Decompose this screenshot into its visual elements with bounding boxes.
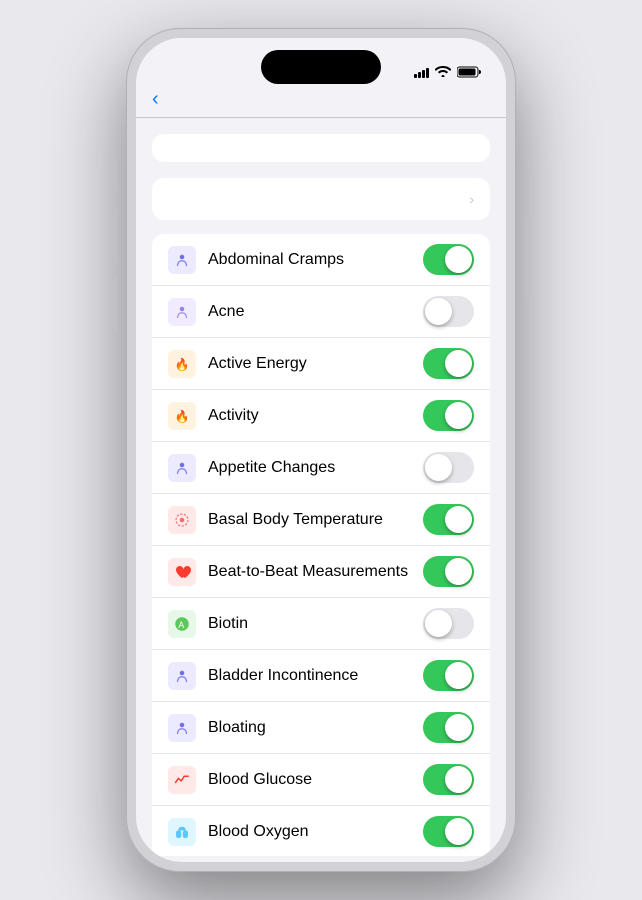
appetite-changes-label: Appetite Changes: [208, 459, 423, 477]
list-item: Bloating: [152, 702, 490, 754]
volume-up-button[interactable]: [113, 208, 117, 264]
volume-down-button[interactable]: [113, 276, 117, 332]
basal-body-temperature-label: Basal Body Temperature: [208, 511, 423, 529]
bloating-toggle[interactable]: [423, 712, 474, 743]
blood-oxygen-label: Blood Oxygen: [208, 823, 423, 841]
bladder-incontinence-toggle[interactable]: [423, 660, 474, 691]
activity-label: Activity: [208, 407, 423, 425]
blood-glucose-icon: [168, 766, 196, 794]
basal-body-temperature-toggle[interactable]: [423, 504, 474, 535]
bloating-icon: [168, 714, 196, 742]
acne-icon: [168, 298, 196, 326]
list-item: Blood Oxygen: [152, 806, 490, 856]
list-item: Blood Glucose: [152, 754, 490, 806]
turn-on-section: [152, 134, 490, 162]
status-icons: [414, 65, 482, 80]
beat-to-beat-label: Beat-to-Beat Measurements: [208, 563, 423, 581]
active-energy-toggle[interactable]: [423, 348, 474, 379]
list-item: Appetite Changes: [152, 442, 490, 494]
beat-to-beat-toggle[interactable]: [423, 556, 474, 587]
data-from-section: ›: [152, 178, 490, 220]
appetite-changes-icon: [168, 454, 196, 482]
abdominal-cramps-icon: [168, 246, 196, 274]
nav-bar: ‹: [136, 88, 506, 118]
wifi-icon: [435, 65, 451, 80]
blood-oxygen-icon: [168, 818, 196, 846]
list-item: 🔥 Activity: [152, 390, 490, 442]
blood-glucose-toggle[interactable]: [423, 764, 474, 795]
activity-toggle[interactable]: [423, 400, 474, 431]
phone-frame: ‹ ›: [126, 28, 516, 872]
turn-on-all-button[interactable]: [152, 134, 490, 162]
activity-icon: 🔥: [168, 402, 196, 430]
list-item: Bladder Incontinence: [152, 650, 490, 702]
list-item: Basal Body Temperature: [152, 494, 490, 546]
signal-icon: [414, 66, 429, 78]
scroll-content[interactable]: › Abdominal Cramps Acne: [136, 118, 506, 856]
toggle-knob: [445, 506, 472, 533]
svg-text:🔥: 🔥: [175, 357, 190, 371]
mute-button[interactable]: [113, 158, 117, 190]
beat-to-beat-icon: [168, 558, 196, 586]
toggle-knob: [425, 454, 452, 481]
basal-body-temperature-icon: [168, 506, 196, 534]
blood-oxygen-toggle[interactable]: [423, 816, 474, 847]
svg-text:A: A: [178, 619, 184, 629]
bladder-incontinence-label: Bladder Incontinence: [208, 667, 423, 685]
phone-screen: ‹ ›: [136, 38, 506, 862]
list-item: 🔥 Active Energy: [152, 338, 490, 390]
toggle-knob: [425, 610, 452, 637]
abdominal-cramps-label: Abdominal Cramps: [208, 251, 423, 269]
acne-label: Acne: [208, 303, 423, 321]
back-button[interactable]: ‹: [152, 90, 163, 109]
active-energy-icon: 🔥: [168, 350, 196, 378]
status-bar: [136, 38, 506, 92]
toggle-knob: [445, 714, 472, 741]
active-energy-label: Active Energy: [208, 355, 423, 373]
biotin-label: Biotin: [208, 615, 423, 633]
toggle-knob: [445, 662, 472, 689]
list-item: A Biotin: [152, 598, 490, 650]
abdominal-cramps-toggle[interactable]: [423, 244, 474, 275]
toggle-knob: [445, 766, 472, 793]
list-item: Abdominal Cramps: [152, 234, 490, 286]
toggle-knob: [445, 558, 472, 585]
biotin-icon: A: [168, 610, 196, 638]
appetite-changes-toggle[interactable]: [423, 452, 474, 483]
toggle-knob: [445, 350, 472, 377]
toggle-knob: [445, 402, 472, 429]
toggle-knob: [445, 246, 472, 273]
toggle-knob: [425, 298, 452, 325]
section-header: [136, 220, 506, 234]
blood-glucose-label: Blood Glucose: [208, 771, 423, 789]
biotin-toggle[interactable]: [423, 608, 474, 639]
power-button[interactable]: [525, 218, 529, 298]
dynamic-island: [261, 50, 381, 84]
back-chevron-icon: ‹: [152, 89, 159, 109]
health-data-list: Abdominal Cramps Acne 🔥 Active Energy 🔥: [152, 234, 490, 856]
acne-toggle[interactable]: [423, 296, 474, 327]
toggle-knob: [445, 818, 472, 845]
list-item: Acne: [152, 286, 490, 338]
svg-text:🔥: 🔥: [175, 409, 190, 423]
battery-icon: [457, 66, 482, 78]
bladder-incontinence-icon: [168, 662, 196, 690]
bloating-label: Bloating: [208, 719, 423, 737]
list-item: Beat-to-Beat Measurements: [152, 546, 490, 598]
data-from-row[interactable]: ›: [152, 178, 490, 220]
chevron-right-icon: ›: [469, 191, 474, 207]
